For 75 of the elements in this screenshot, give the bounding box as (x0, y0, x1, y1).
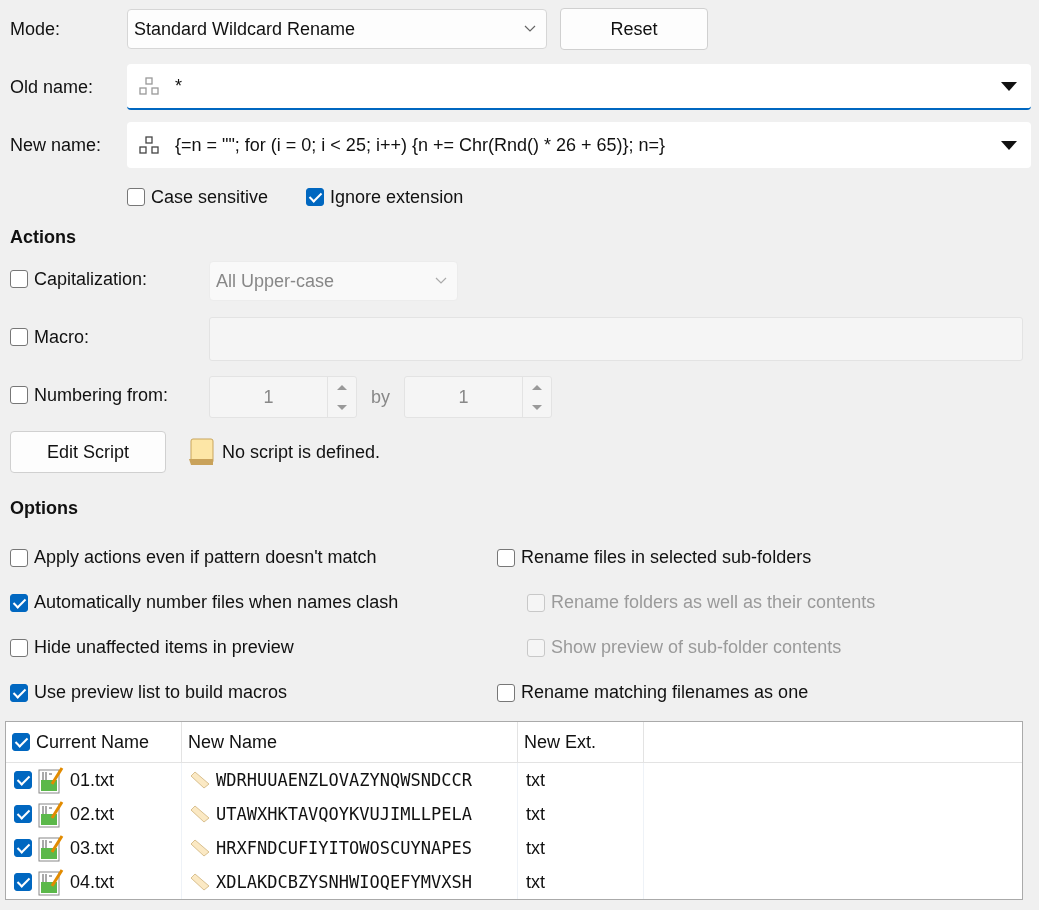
checkbox-label: Automatically number files when names clash (34, 592, 399, 613)
checkbox[interactable] (14, 839, 32, 857)
section-title: Options (10, 498, 79, 519)
table-cell: txt (526, 871, 545, 893)
script-status-text: No script is defined. (222, 441, 381, 463)
table-cell: 03.txt (70, 837, 115, 859)
checkbox[interactable] (10, 548, 28, 567)
checkbox-label: Rename matching filenames as one (521, 682, 809, 703)
checkbox-label: Capitalization: (34, 268, 148, 290)
checkbox-label: Case sensitive (151, 186, 269, 208)
field-label: Old name: (10, 76, 95, 98)
field-label: by (371, 386, 390, 408)
checkbox-label: Apply actions even if pattern doesn't match (34, 547, 377, 568)
chevron-down-icon (435, 277, 447, 285)
column-header[interactable]: New Name (182, 722, 518, 762)
checkbox[interactable] (14, 771, 32, 789)
table-cell: 04.txt (70, 871, 115, 893)
table-cell: txt (526, 769, 545, 791)
column-header[interactable]: New Ext. (518, 722, 644, 762)
edit-script-button[interactable]: Edit Script (10, 431, 166, 473)
checkbox[interactable] (10, 386, 28, 405)
table-cell: XDLAKDCBZYSNHWIOQEFYMVXSH (216, 872, 472, 892)
reset-button[interactable]: Reset (560, 8, 708, 50)
name-combo-field[interactable]: * (127, 64, 1031, 110)
section-title: Actions (10, 227, 77, 248)
checkbox[interactable] (10, 593, 28, 612)
note-icon (188, 438, 214, 466)
table-cell: WDRHUUAENZLOVAZYNQWSNDCCR (216, 770, 472, 790)
checkbox-label: Rename files in selected sub-folders (521, 547, 812, 568)
squares-icon (139, 77, 159, 95)
checkbox[interactable] (14, 805, 32, 823)
checkbox[interactable] (14, 873, 32, 891)
tag-icon (190, 771, 210, 789)
checkbox[interactable] (10, 638, 28, 657)
checkbox-label: Rename folders as well as their contents (551, 592, 876, 613)
checkbox[interactable] (10, 683, 28, 702)
tag-icon (190, 839, 210, 857)
tag-icon (190, 873, 210, 891)
column-header[interactable]: Current Name (6, 722, 182, 762)
checkbox-label: Ignore extension (330, 186, 464, 208)
down-arrow-icon (532, 404, 542, 410)
checkbox-label: Macro: (34, 326, 89, 348)
field-label: Mode: (10, 18, 62, 40)
notepad-icon (38, 834, 64, 862)
name-combo-field[interactable]: {=n = ""; for (i = 0; i < 25; i++) {n += Chr(Rnd() * 26 + 65)}; n=} (127, 122, 1031, 168)
up-arrow-icon (337, 384, 347, 390)
notepad-icon (38, 766, 64, 794)
mode-dropdown[interactable]: Standard Wildcard Rename (127, 9, 547, 49)
checkbox[interactable] (127, 188, 145, 206)
checkbox[interactable] (306, 188, 325, 206)
dropdown-arrow-icon (1001, 81, 1017, 91)
checkbox[interactable] (12, 733, 30, 751)
table-cell: UTAWXHKTAVQOYKVUJIMLLPELA (216, 804, 472, 824)
checkbox-label: Numbering from: (34, 384, 169, 406)
field-label: New name: (10, 134, 103, 156)
notepad-icon (38, 800, 64, 828)
checkbox[interactable] (497, 683, 515, 702)
checkbox-label: Show preview of sub-folder contents (551, 637, 842, 658)
down-arrow-icon (337, 404, 347, 410)
table-cell: txt (526, 803, 545, 825)
checkbox-label: Use preview list to build macros (34, 682, 288, 703)
table-cell: 01.txt (70, 769, 115, 791)
checkbox[interactable] (10, 270, 28, 289)
chevron-down-icon (524, 25, 536, 33)
table-cell: 02.txt (70, 803, 115, 825)
table-cell: HRXFNDCUFIYITOWOSCUYNAPES (216, 838, 472, 858)
notepad-icon (38, 868, 64, 896)
up-arrow-icon (532, 384, 542, 390)
tag-icon (190, 805, 210, 823)
table-cell: txt (526, 837, 545, 859)
checkbox-label: Hide unaffected items in preview (34, 637, 294, 658)
squares-icon (139, 136, 159, 154)
checkbox[interactable] (497, 548, 515, 567)
dropdown-arrow-icon (1001, 140, 1017, 150)
checkbox[interactable] (10, 328, 28, 347)
